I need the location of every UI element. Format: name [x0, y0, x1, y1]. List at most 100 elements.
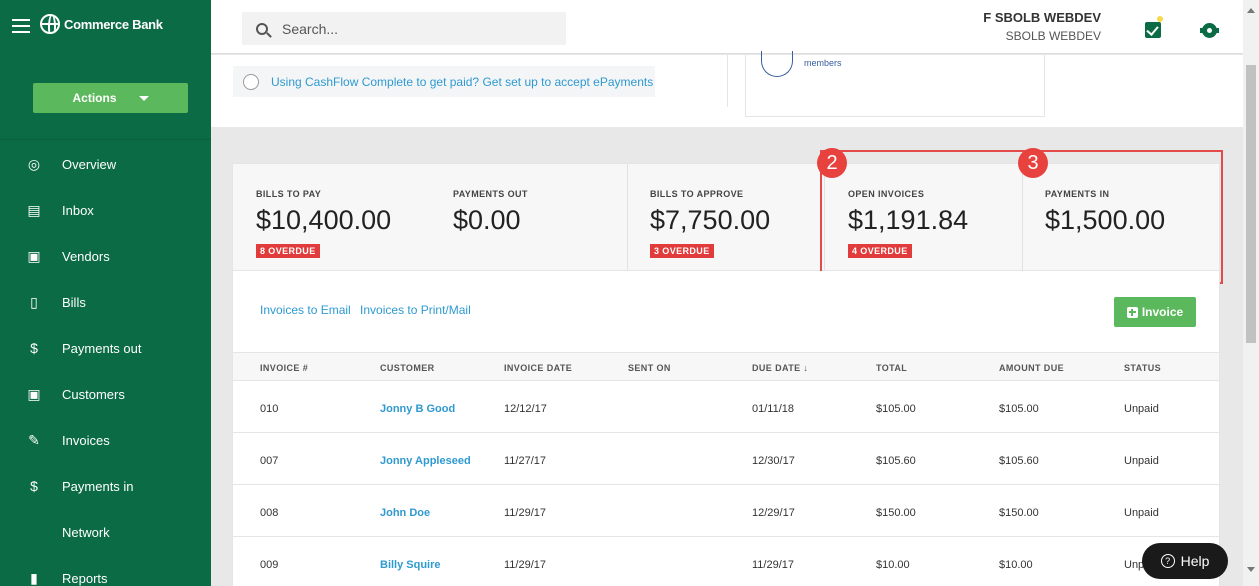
user-org: SBOLB WEBDEV [1005, 29, 1101, 43]
table-header: INVOICE # CUSTOMER INVOICE DATE SENT ON … [233, 352, 1219, 381]
user-menu[interactable]: F SBOLB WEBDEV SBOLB WEBDEV [971, 10, 1101, 43]
vendors-icon: ▣ [27, 247, 41, 264]
epayments-promo[interactable]: Using CashFlow Complete to get paid? Get… [233, 66, 655, 97]
table-row[interactable]: 008 John Doe 11/29/17 12/29/17 $150.00 $… [233, 485, 1219, 537]
sidebar-item-invoices[interactable]: ✎ Invoices [0, 417, 211, 463]
card-label: BILLS TO APPROVE [650, 189, 744, 199]
overview-icon: ◎ [27, 155, 41, 172]
sidebar-item-label: Reports [62, 570, 108, 586]
user-name: F SBOLB WEBDEV [983, 10, 1101, 25]
sidebar-item-label: Customers [62, 386, 125, 402]
sidebar-item-label: Bills [62, 294, 86, 310]
sidebar-item-network[interactable]: Network [0, 509, 211, 555]
cell-invoice-date: 11/29/17 [504, 559, 547, 571]
sidebar-item-label: Network [62, 524, 110, 540]
column-header-total[interactable]: TOTAL [876, 363, 907, 373]
task-radio[interactable] [243, 73, 259, 90]
members-box[interactable]: members [745, 51, 1045, 117]
cell-customer-link[interactable]: Jonny Appleseed [380, 455, 471, 467]
topbar: F SBOLB WEBDEV SBOLB WEBDEV [211, 0, 1259, 54]
cell-amount-due: $10.00 [999, 559, 1033, 571]
column-header-invoice-number[interactable]: INVOICE # [260, 363, 308, 373]
table-row[interactable]: 007 Jonny Appleseed 11/27/17 12/30/17 $1… [233, 433, 1219, 485]
page-scrollbar[interactable] [1243, 0, 1259, 586]
cell-amount-due: $105.00 [999, 403, 1039, 415]
card-bills-to-pay[interactable]: BILLS TO PAY $10,400.00 8 OVERDUE [233, 164, 430, 272]
cell-due-date: 12/29/17 [752, 507, 795, 519]
brand-logo[interactable]: Commerce Bank [40, 14, 163, 34]
sidebar-item-vendors[interactable]: ▣ Vendors [0, 233, 211, 279]
cell-total: $150.00 [876, 507, 916, 519]
card-amount: $7,750.00 [650, 205, 771, 235]
column-header-sent-on[interactable]: SENT ON [628, 363, 671, 373]
inbox-icon: ▤ [27, 201, 41, 218]
help-question-icon: ? [1160, 554, 1175, 568]
chevron-down-icon [138, 95, 149, 101]
cell-invoice-date: 12/12/17 [504, 403, 547, 415]
payments-in-icon: $ [30, 478, 38, 494]
sidebar-item-payments-in[interactable]: $ Payments in [0, 463, 211, 509]
sidebar-item-label: Inbox [62, 202, 94, 218]
bills-icon: ▯ [30, 293, 38, 310]
cell-invoice-date: 11/29/17 [504, 507, 547, 519]
sidebar-item-inbox[interactable]: ▤ Inbox [0, 187, 211, 233]
card-payments-out[interactable]: PAYMENTS OUT $0.00 [430, 164, 627, 272]
scroll-up-icon[interactable] [1247, 8, 1255, 13]
notification-dot [1157, 16, 1163, 22]
sidebar-header: Commerce Bank Actions [0, 0, 211, 140]
overdue-badge: 3 OVERDUE [650, 244, 714, 258]
sidebar-item-payments-out[interactable]: $ Payments out [0, 325, 211, 371]
cell-due-date: 11/29/17 [752, 559, 795, 571]
epayments-link[interactable]: Using CashFlow Complete to get paid? Get… [271, 75, 653, 89]
tasks-check-icon[interactable] [1145, 22, 1161, 38]
sidebar-item-label: Vendors [62, 248, 110, 264]
invoices-table-panel: Invoices to Email Invoices to Print/Mail… [232, 271, 1220, 586]
card-label: BILLS TO PAY [256, 189, 322, 199]
sidebar-item-customers[interactable]: ▣ Customers [0, 371, 211, 417]
scroll-down-icon[interactable] [1247, 567, 1255, 572]
sidebar-item-overview[interactable]: ◎ Overview [0, 141, 211, 187]
invoices-to-email-link[interactable]: Invoices to Email [260, 303, 351, 317]
add-invoice-button[interactable]: Invoice [1114, 297, 1196, 327]
cell-invoice-number: 008 [260, 507, 279, 519]
invoice-filter-links: Invoices to Email Invoices to Print/Mail [260, 303, 477, 317]
hamburger-menu-icon[interactable] [12, 19, 30, 33]
card-bills-to-approve[interactable]: BILLS TO APPROVE $7,750.00 3 OVERDUE [627, 164, 824, 272]
column-header-customer[interactable]: CUSTOMER [380, 363, 435, 373]
sidebar-item-label: Overview [62, 156, 117, 172]
column-header-due-date[interactable]: DUE DATE ↓ [752, 363, 808, 373]
column-header-amount-due[interactable]: AMOUNT DUE [999, 363, 1064, 373]
scroll-thumb[interactable] [1246, 65, 1256, 343]
card-amount: $10,400.00 [256, 205, 392, 235]
table-row[interactable]: 009 Billy Squire 11/29/17 11/29/17 $10.0… [233, 537, 1219, 586]
cell-status: Unpaid [1124, 507, 1159, 519]
search-input[interactable] [282, 20, 562, 37]
cell-total: $105.00 [876, 403, 916, 415]
cell-customer-link[interactable]: Billy Squire [380, 559, 441, 571]
cell-due-date: 01/11/18 [752, 403, 795, 415]
invoices-to-print-link[interactable]: Invoices to Print/Mail [360, 303, 471, 317]
table-row[interactable]: 010 Jonny B Good 12/12/17 01/11/18 $105.… [233, 381, 1219, 433]
cell-customer-link[interactable]: Jonny B Good [380, 403, 455, 415]
search-box[interactable] [242, 12, 566, 45]
actions-button[interactable]: Actions [33, 83, 188, 113]
cell-invoice-date: 11/27/17 [504, 455, 547, 467]
gear-icon[interactable] [1200, 23, 1219, 38]
help-button[interactable]: ? Help [1142, 543, 1228, 579]
reports-icon: ▮ [30, 569, 38, 586]
sidebar-nav: ◎ Overview ▤ Inbox ▣ Vendors ▯ Bills $ P… [0, 141, 211, 586]
cell-total: $105.60 [876, 455, 916, 467]
plus-icon [1126, 306, 1138, 318]
cell-customer-link[interactable]: John Doe [380, 507, 430, 519]
cell-total: $10.00 [876, 559, 910, 571]
sidebar-item-bills[interactable]: ▯ Bills [0, 279, 211, 325]
sidebar-item-reports[interactable]: ▮ Reports [0, 555, 211, 586]
brand-name: Commerce Bank [64, 16, 163, 32]
column-header-status[interactable]: STATUS [1124, 363, 1161, 373]
column-header-invoice-date[interactable]: INVOICE DATE [504, 363, 572, 373]
card-label: PAYMENTS OUT [453, 189, 528, 199]
members-link[interactable]: members [804, 58, 842, 68]
globe-icon [40, 14, 60, 34]
card-amount: $0.00 [453, 205, 521, 235]
payments-out-icon: $ [30, 340, 38, 356]
